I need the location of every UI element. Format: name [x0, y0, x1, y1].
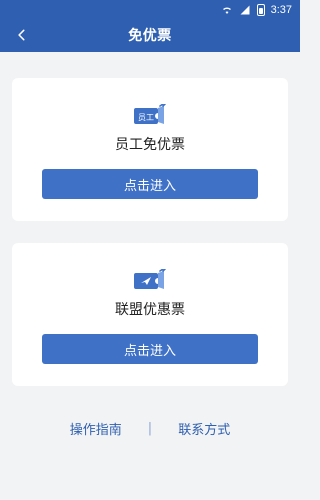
- wifi-icon: [222, 7, 231, 14]
- chevron-left-icon: [18, 29, 25, 41]
- status-bar: 3:37: [221, 2, 292, 18]
- back-button[interactable]: [8, 21, 36, 49]
- employee-ticket-enter-button[interactable]: 点击进入: [42, 169, 258, 199]
- page-title: 免优票: [128, 28, 172, 44]
- employee-ticket-title: 员工免优票: [115, 137, 185, 153]
- signal-icon: [240, 5, 250, 15]
- alliance-ticket-enter-button[interactable]: 点击进入: [42, 334, 258, 364]
- bottom-links: 操作指南 | 联系方式: [0, 416, 300, 440]
- alliance-ticket-title: 联盟优惠票: [115, 302, 185, 318]
- employee-ticket-icon-text: 员工: [138, 113, 154, 122]
- contact-link[interactable]: 联系方式: [178, 419, 230, 438]
- top-bar: 3:37 免优票: [0, 0, 300, 52]
- nav-bar: 免优票: [0, 18, 300, 52]
- plane-ticket-icon: [134, 269, 166, 289]
- battery-icon: [256, 4, 265, 16]
- employee-ticket-card: 员工 员工免优票 点击进入: [12, 78, 288, 221]
- links-separator: |: [147, 420, 153, 436]
- status-time: 3:37: [270, 4, 292, 16]
- guide-link[interactable]: 操作指南: [70, 419, 122, 438]
- ticket-icon: 员工: [134, 104, 166, 124]
- alliance-ticket-card: 联盟优惠票 点击进入: [12, 243, 288, 386]
